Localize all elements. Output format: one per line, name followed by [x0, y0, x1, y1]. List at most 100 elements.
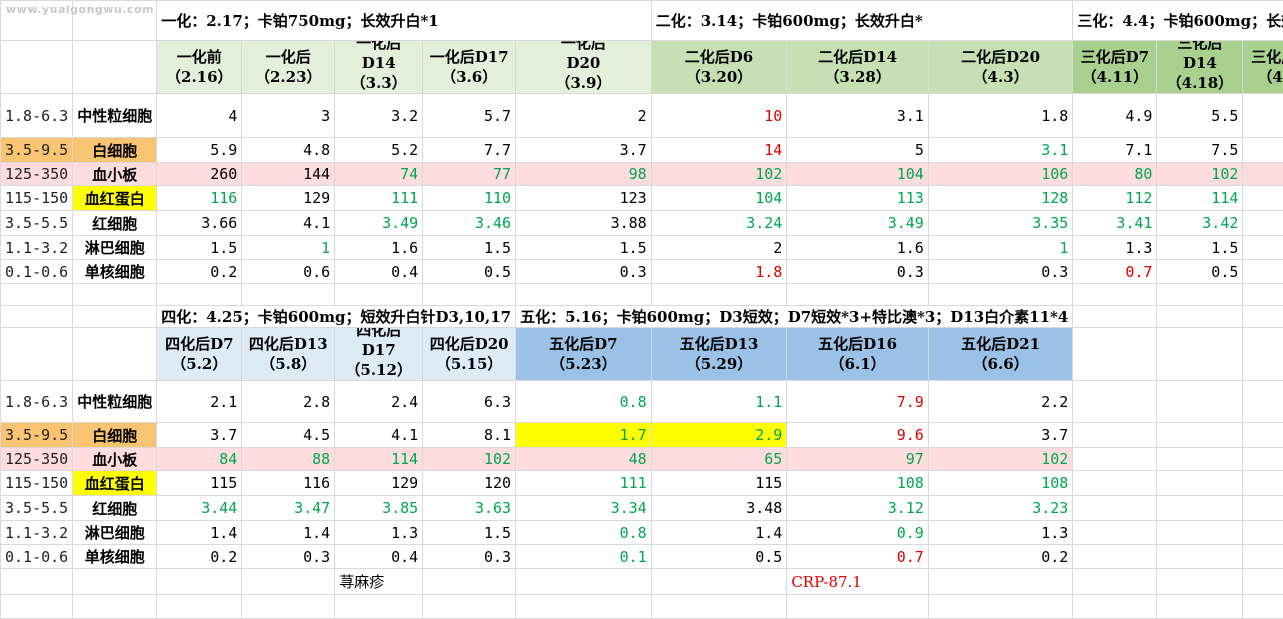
- empty-cell[interactable]: [1157, 569, 1243, 595]
- value-cell[interactable]: 0.5: [1157, 260, 1243, 284]
- empty-cell[interactable]: [1243, 471, 1283, 496]
- column-header[interactable]: 一化后（2.23）: [242, 41, 335, 94]
- empty-cell[interactable]: [1157, 381, 1243, 423]
- spreadsheet-grid[interactable]: 一化：2.17；卡铂750mg；长效升白*1二化：3.14；卡铂600mg；长效…: [0, 0, 1283, 619]
- value-cell[interactable]: 129: [335, 471, 423, 496]
- value-cell[interactable]: 3.49: [787, 211, 929, 236]
- value-cell[interactable]: 65: [651, 448, 787, 471]
- value-cell[interactable]: 2: [651, 236, 787, 260]
- value-cell[interactable]: 0.3: [423, 545, 516, 569]
- value-cell[interactable]: 1: [928, 236, 1073, 260]
- value-cell[interactable]: 97: [787, 448, 929, 471]
- value-cell[interactable]: 104: [651, 186, 787, 211]
- empty-cell[interactable]: [423, 284, 516, 306]
- value-cell[interactable]: 4.1: [242, 211, 335, 236]
- column-header[interactable]: 四化后D7（5.2）: [157, 328, 242, 381]
- value-cell[interactable]: 0.7: [787, 545, 929, 569]
- value-cell[interactable]: 3.34: [516, 496, 652, 521]
- empty-cell[interactable]: [1157, 521, 1243, 545]
- empty-cell[interactable]: [1243, 328, 1283, 381]
- crp-note[interactable]: CRP-87.1: [787, 569, 929, 595]
- empty-cell[interactable]: [1243, 423, 1283, 448]
- empty-cell[interactable]: [157, 569, 242, 595]
- value-cell[interactable]: 120: [423, 471, 516, 496]
- value-cell[interactable]: 115: [157, 471, 242, 496]
- value-cell[interactable]: 10: [651, 94, 787, 138]
- value-cell[interactable]: 1.7: [516, 423, 652, 448]
- empty-cell[interactable]: [1073, 545, 1157, 569]
- urticaria-note[interactable]: 荨麻疹: [335, 569, 423, 595]
- value-cell[interactable]: 1.5: [157, 236, 242, 260]
- value-cell[interactable]: 102: [423, 448, 516, 471]
- value-cell[interactable]: 110: [423, 186, 516, 211]
- indicator-label[interactable]: 红细胞: [73, 496, 157, 521]
- value-cell[interactable]: 7.9: [787, 381, 929, 423]
- indicator-label[interactable]: 血红蛋白: [73, 471, 157, 496]
- value-cell[interactable]: 3.2: [335, 94, 423, 138]
- empty-cell[interactable]: [928, 595, 1073, 619]
- indicator-label[interactable]: 淋巴细胞: [73, 236, 157, 260]
- empty-cell[interactable]: [1243, 545, 1283, 569]
- empty-cell[interactable]: [1243, 284, 1283, 306]
- reference-range[interactable]: 1.1-3.2: [1, 521, 73, 545]
- value-cell[interactable]: 0.2: [928, 545, 1073, 569]
- value-cell[interactable]: 4.9: [1073, 94, 1157, 138]
- value-cell[interactable]: 116: [242, 471, 335, 496]
- value-cell[interactable]: 1.1: [651, 381, 787, 423]
- empty-cell[interactable]: [1073, 496, 1157, 521]
- value-cell[interactable]: 115: [651, 471, 787, 496]
- indicator-label[interactable]: 血小板: [73, 448, 157, 471]
- empty-cell[interactable]: [1073, 471, 1157, 496]
- empty-cell[interactable]: [1073, 284, 1157, 306]
- empty-cell[interactable]: [1157, 328, 1243, 381]
- empty-cell[interactable]: [423, 595, 516, 619]
- reference-range[interactable]: 3.5-5.5: [1, 211, 73, 236]
- empty-cell[interactable]: [1157, 284, 1243, 306]
- empty-cell[interactable]: [1157, 595, 1243, 619]
- value-cell[interactable]: 106: [928, 163, 1073, 186]
- value-cell[interactable]: 1.4: [157, 521, 242, 545]
- indicator-label[interactable]: 单核细胞: [73, 545, 157, 569]
- value-cell[interactable]: 3.7: [516, 138, 652, 163]
- value-cell[interactable]: 1.6: [787, 236, 929, 260]
- value-cell[interactable]: 48: [516, 448, 652, 471]
- value-cell[interactable]: 1.8: [651, 260, 787, 284]
- column-header[interactable]: 五化后D21（6.6）: [928, 328, 1073, 381]
- empty-cell[interactable]: [73, 41, 157, 94]
- empty-cell[interactable]: [1, 41, 73, 94]
- value-cell[interactable]: 84: [157, 448, 242, 471]
- empty-cell[interactable]: [1243, 381, 1283, 423]
- value-cell[interactable]: 4: [157, 94, 242, 138]
- empty-cell[interactable]: [1, 569, 73, 595]
- value-cell[interactable]: 3.12: [787, 496, 929, 521]
- value-cell[interactable]: 2: [516, 94, 652, 138]
- reference-range[interactable]: 0.1-0.6: [1, 545, 73, 569]
- empty-cell[interactable]: [651, 284, 787, 306]
- value-cell[interactable]: 123: [516, 186, 652, 211]
- value-cell[interactable]: 3.7: [157, 423, 242, 448]
- value-cell[interactable]: 1.4: [242, 521, 335, 545]
- empty-cell[interactable]: [1157, 496, 1243, 521]
- empty-cell[interactable]: [516, 284, 652, 306]
- value-cell[interactable]: 7.5: [1157, 138, 1243, 163]
- value-cell[interactable]: 3.24: [651, 211, 787, 236]
- reference-range[interactable]: 3.5-9.5: [1, 423, 73, 448]
- value-cell[interactable]: 113: [787, 186, 929, 211]
- value-cell[interactable]: 2.9: [651, 423, 787, 448]
- column-header[interactable]: 四化后D17（5.12）: [335, 328, 423, 381]
- empty-cell[interactable]: [242, 595, 335, 619]
- value-cell[interactable]: 3.1: [928, 138, 1073, 163]
- value-cell[interactable]: 1.4: [651, 521, 787, 545]
- value-cell[interactable]: 104: [787, 163, 929, 186]
- value-cell[interactable]: 3.41: [1073, 211, 1157, 236]
- value-cell[interactable]: 3.7: [928, 423, 1073, 448]
- value-cell[interactable]: 2.1: [157, 381, 242, 423]
- column-header[interactable]: 五化后D7（5.23）: [516, 328, 652, 381]
- empty-cell[interactable]: [1243, 569, 1283, 595]
- empty-cell[interactable]: [1, 595, 73, 619]
- value-cell[interactable]: 14: [651, 138, 787, 163]
- empty-cell[interactable]: [335, 284, 423, 306]
- empty-cell[interactable]: [73, 569, 157, 595]
- empty-cell[interactable]: [423, 569, 516, 595]
- empty-cell[interactable]: [516, 595, 652, 619]
